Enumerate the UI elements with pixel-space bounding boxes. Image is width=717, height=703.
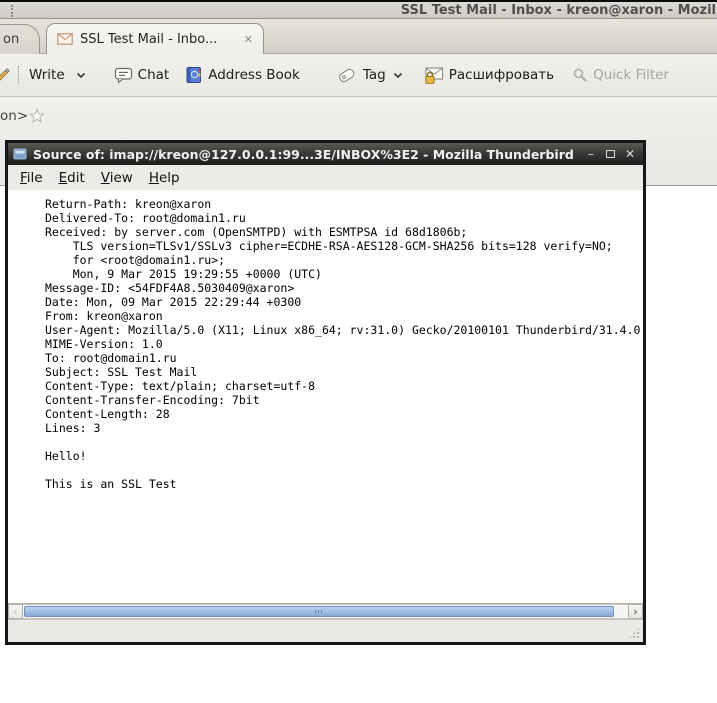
decrypt-button[interactable]: Расшифровать [423, 66, 554, 85]
chevron-down-icon [76, 72, 86, 79]
envelope-lock-icon [423, 66, 444, 85]
address-book-icon [185, 66, 203, 84]
tab-close-icon[interactable]: ✕ [244, 33, 253, 46]
address-book-button[interactable]: Address Book [185, 66, 300, 84]
decrypt-label: Расшифровать [448, 67, 555, 83]
maximize-icon[interactable] [606, 150, 615, 158]
source-window-menubar: File Edit View Help [8, 165, 643, 190]
horizontal-scrollbar: ‹ › [8, 603, 643, 619]
toolbar-grip[interactable] [18, 66, 20, 84]
chat-bubble-icon [114, 67, 133, 84]
resize-grip[interactable] [628, 627, 640, 639]
tag-icon [336, 66, 358, 84]
document-icon [13, 147, 27, 161]
tag-label: Tag [362, 67, 386, 83]
magnifier-icon [572, 67, 588, 83]
sender-partial-text: on> [0, 108, 29, 124]
source-window: Source of: imap://kreon@127.0.0.1:99...3… [5, 140, 646, 645]
quick-filter-label: Quick Filter [593, 67, 670, 83]
tab-label: SSL Test Mail - Inbo... [80, 31, 218, 47]
quick-filter-button[interactable]: Quick Filter [572, 67, 669, 83]
message-source-view: Return-Path: kreon@xaron Delivered-To: r… [8, 190, 643, 603]
star-icon[interactable] [29, 108, 45, 124]
source-window-statusbar [8, 619, 643, 642]
tab-partial-label: on [3, 32, 20, 47]
write-label: Write [29, 67, 65, 83]
tab-bar: on SSL Test Mail - Inbo... ✕ [0, 19, 717, 55]
mail-toolbar: Write Chat Address Book Tag Расшифровать… [0, 54, 717, 97]
tab-ssl-test-mail[interactable]: SSL Test Mail - Inbo... ✕ [46, 23, 264, 54]
source-window-title: Source of: imap://kreon@127.0.0.1:99...3… [33, 146, 574, 162]
message-source-text: Return-Path: kreon@xaron Delivered-To: r… [45, 197, 641, 491]
chevron-down-icon [393, 72, 403, 79]
chat-button[interactable]: Chat [114, 67, 170, 84]
menu-help[interactable]: Help [141, 167, 188, 189]
minimize-icon[interactable]: – [586, 148, 596, 160]
scroll-right-arrow-icon[interactable]: › [628, 604, 643, 619]
address-book-label: Address Book [208, 67, 300, 83]
main-window-titlebar: SSL Test Mail - Inbox - kreon@xaron - Mo… [0, 0, 717, 19]
scrollbar-track[interactable] [23, 604, 628, 619]
menu-edit[interactable]: Edit [51, 167, 93, 189]
menu-file[interactable]: File [12, 167, 51, 189]
main-window-title: SSL Test Mail - Inbox - kreon@xaron - Mo… [400, 3, 716, 18]
tag-button[interactable]: Tag [336, 66, 403, 84]
close-icon[interactable]: ✕ [625, 148, 635, 160]
menu-view[interactable]: View [93, 167, 141, 189]
source-window-titlebar[interactable]: Source of: imap://kreon@127.0.0.1:99...3… [8, 143, 643, 165]
scroll-left-arrow-icon[interactable]: ‹ [8, 604, 23, 619]
envelope-icon [57, 33, 73, 45]
pencil-icon [0, 67, 11, 84]
write-button[interactable]: Write [0, 66, 86, 84]
scrollbar-thumb[interactable] [24, 606, 614, 617]
chat-label: Chat [137, 67, 170, 83]
tab-partial-left[interactable]: on [0, 24, 40, 55]
